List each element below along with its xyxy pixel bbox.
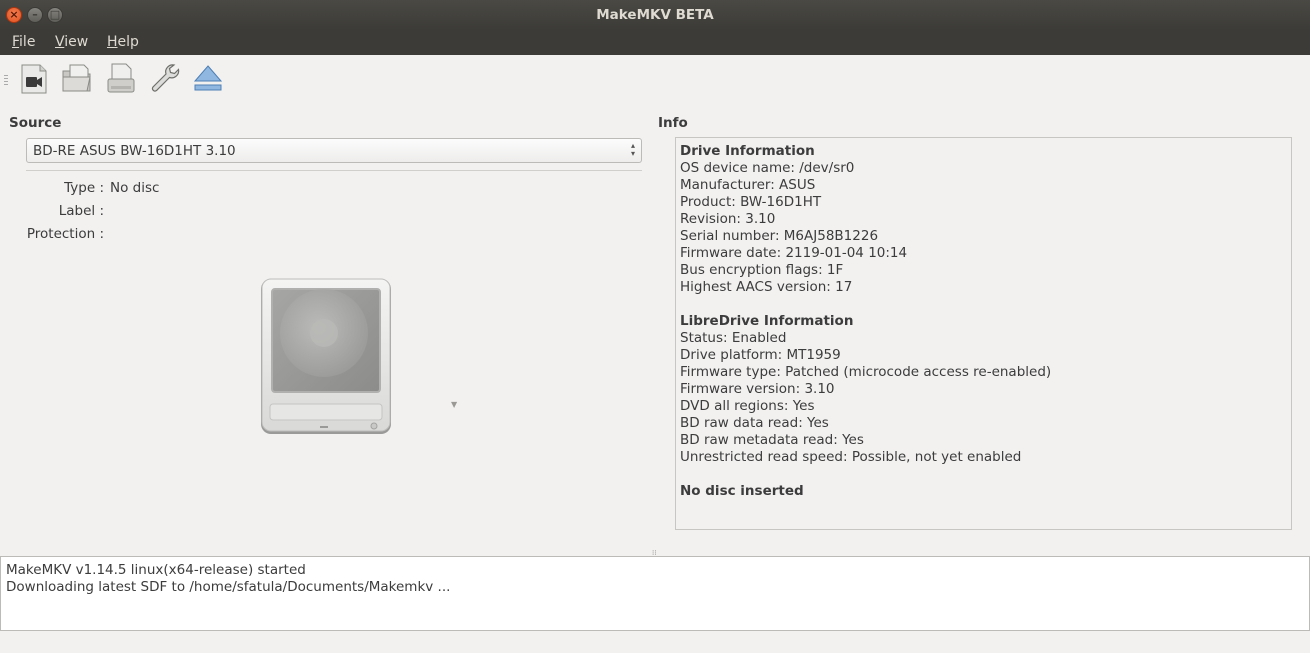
libredrive-info-line: Unrestricted read speed: Possible, not y… (680, 449, 1022, 465)
disc-status: No disc inserted (680, 483, 804, 499)
drive-info-line: Highest AACS version: 17 (680, 279, 853, 295)
libredrive-info-line: DVD all regions: Yes (680, 398, 815, 414)
drive-info-line: Manufacturer: ASUS (680, 177, 816, 193)
drive-image (258, 276, 394, 438)
log-line: MakeMKV v1.14.5 linux(x64-release) start… (6, 562, 306, 578)
libredrive-info-line: Status: Enabled (680, 330, 787, 346)
menu-bar: File View Help (0, 30, 1310, 55)
title-bar[interactable]: × – □ MakeMKV BETA (0, 0, 1310, 30)
drive-select-value: BD-RE ASUS BW-16D1HT 3.10 (33, 143, 236, 159)
window-title: MakeMKV BETA (596, 7, 714, 23)
drive-info-line: OS device name: /dev/sr0 (680, 160, 855, 176)
drive-info-line: Firmware date: 2119-01-04 10:14 (680, 245, 908, 261)
libredrive-info-line: Firmware type: Patched (microcode access… (680, 364, 1052, 380)
updown-arrows-icon: ▴ ▾ (630, 141, 635, 158)
label-label: Label : (58, 203, 104, 219)
drive-info-line: Serial number: M6AJ58B1226 (680, 228, 879, 244)
backup-button[interactable] (104, 61, 138, 95)
dropdown-arrow-icon[interactable]: ▼ (451, 400, 457, 409)
libredrive-info-line: Drive platform: MT1959 (680, 347, 841, 363)
source-heading: Source (9, 115, 62, 131)
info-heading: Info (658, 115, 688, 131)
libredrive-info-line: BD raw metadata read: Yes (680, 432, 864, 448)
type-value: No disc (110, 180, 160, 196)
wrench-icon (151, 64, 180, 92)
protection-label: Protection : (26, 226, 104, 242)
libredrive-info-heading: LibreDrive Information (680, 313, 854, 329)
optical-drive-icon (261, 278, 391, 434)
open-disc-button[interactable] (17, 61, 51, 95)
drive-info-line: Product: BW-16D1HT (680, 194, 822, 210)
drive-info-line: Bus encryption flags: 1F (680, 262, 844, 278)
open-files-icon (107, 63, 135, 93)
libredrive-info-line: BD raw data read: Yes (680, 415, 829, 431)
eject-button[interactable] (191, 61, 225, 95)
drive-info-line: Revision: 3.10 (680, 211, 776, 227)
type-label: Type : (64, 180, 104, 196)
libredrive-info-line: Firmware version: 3.10 (680, 381, 835, 397)
drive-select[interactable]: BD-RE ASUS BW-16D1HT 3.10 ▴ ▾ (26, 138, 642, 163)
source-divider (26, 170, 642, 171)
preferences-button[interactable] (148, 61, 182, 95)
open-files-button[interactable] (60, 61, 94, 95)
toolbar (0, 55, 1310, 105)
drive-info-heading: Drive Information (680, 143, 815, 159)
log-panel[interactable]: MakeMKV v1.14.5 linux(x64-release) start… (0, 556, 1310, 631)
menu-file[interactable]: File (12, 34, 35, 50)
toolbar-grip[interactable] (4, 75, 8, 87)
log-line: Downloading latest SDF to /home/sfatula/… (6, 579, 451, 595)
eject-icon (193, 65, 223, 91)
menu-help[interactable]: Help (107, 34, 139, 50)
open-folder-icon (62, 64, 91, 92)
video-disc-icon (21, 64, 47, 94)
menu-view[interactable]: View (55, 34, 88, 50)
info-panel: Drive Information OS device name: /dev/s… (675, 137, 1292, 530)
